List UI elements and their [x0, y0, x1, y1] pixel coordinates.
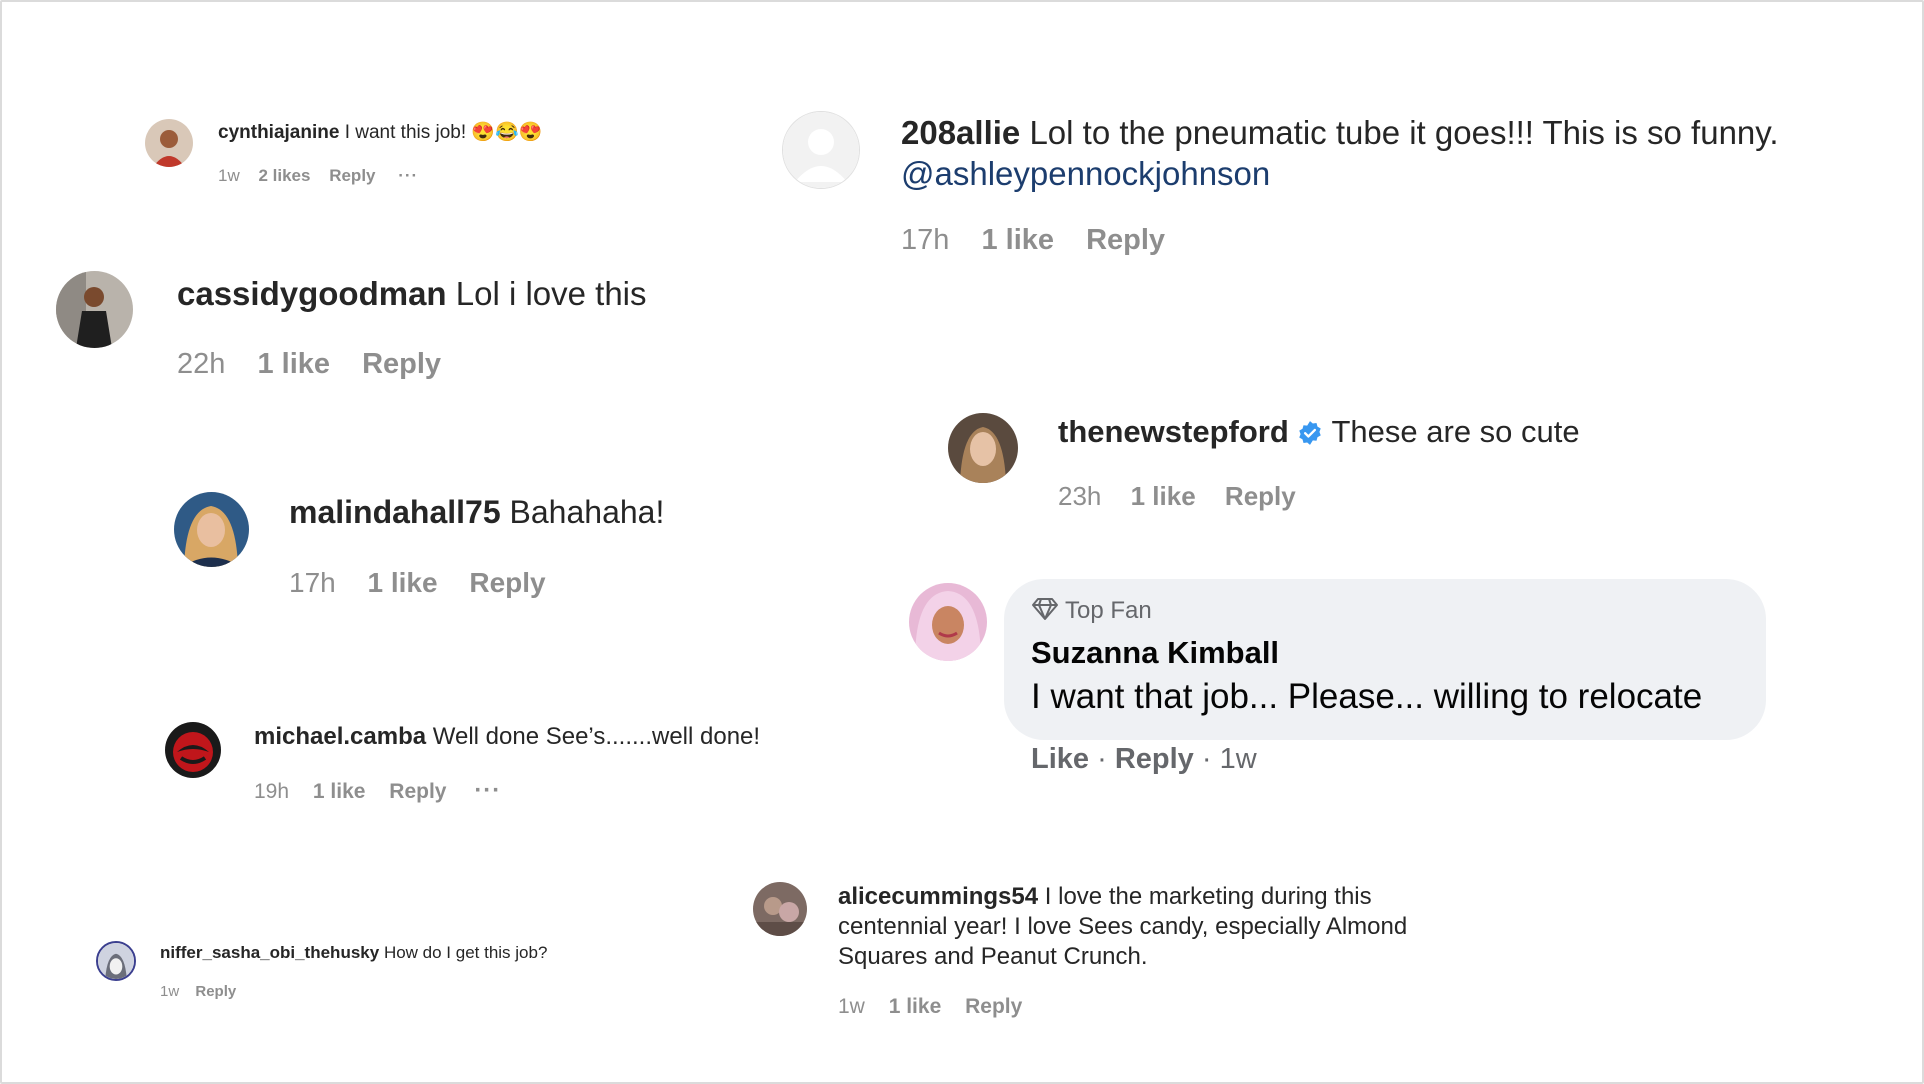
like-count[interactable]: 2 likes	[258, 166, 310, 185]
like-count[interactable]: 1 like	[1131, 481, 1196, 511]
screenshot-collage: cynthiajanine I want this job! 😍😂😍 1w 2 …	[0, 0, 1924, 1084]
comment-text: Lol i love this	[455, 275, 647, 312]
username[interactable]: alicecummings54	[838, 883, 1038, 910]
reply-button[interactable]: Reply	[362, 348, 441, 380]
like-button[interactable]: Like	[1031, 743, 1089, 775]
timestamp: 23h	[1058, 481, 1102, 511]
reply-button[interactable]: Reply	[195, 983, 236, 1000]
reply-button[interactable]: Reply	[1086, 224, 1165, 256]
username[interactable]: thenewstepford	[1058, 414, 1289, 449]
avatar[interactable]	[909, 583, 987, 661]
username[interactable]: cynthiajanine	[218, 122, 339, 143]
avatar[interactable]	[948, 413, 1018, 483]
avatar[interactable]	[174, 492, 249, 567]
comment-text: I want that job... Please... willing to …	[1031, 677, 1703, 716]
timestamp: 1w	[838, 995, 865, 1018]
separator: ·	[1201, 743, 1212, 775]
comment-text: These are so cute	[1331, 414, 1580, 449]
top-fan-badge: Top Fan	[1065, 597, 1152, 624]
username[interactable]: 208allie	[901, 114, 1020, 151]
like-count[interactable]: 1 like	[889, 995, 942, 1018]
avatar[interactable]	[56, 271, 133, 348]
default-avatar-icon[interactable]	[782, 111, 860, 189]
like-count[interactable]: 1 like	[981, 224, 1054, 256]
timestamp: 22h	[177, 348, 226, 380]
reply-button[interactable]: Reply	[1115, 743, 1194, 775]
timestamp: 1w	[218, 166, 240, 185]
avatar[interactable]	[96, 941, 136, 981]
like-count[interactable]: 1 like	[368, 567, 438, 598]
comment-bubble: Top Fan Suzanna Kimball I want that job.…	[1004, 579, 1766, 740]
timestamp: 17h	[901, 224, 950, 256]
reply-button[interactable]: Reply	[389, 780, 446, 803]
username[interactable]: malindahall75	[289, 494, 501, 530]
comment-text-line: centennial year! I love Sees candy, espe…	[838, 913, 1408, 940]
reply-button[interactable]: Reply	[965, 995, 1022, 1018]
more-options-icon[interactable]: ···	[398, 166, 418, 185]
avatar[interactable]	[165, 722, 221, 778]
like-count[interactable]: 1 like	[257, 348, 330, 380]
comment-text: How do I get this job?	[383, 943, 548, 962]
reply-button[interactable]: Reply	[1225, 481, 1296, 511]
commenter-name[interactable]: Suzanna Kimball	[1031, 635, 1279, 671]
comment-text: Well done See’s.......well done!	[432, 723, 761, 750]
avatar[interactable]	[753, 882, 807, 936]
reply-button[interactable]: Reply	[469, 567, 545, 598]
comment-text-line: Squares and Peanut Crunch.	[838, 943, 1148, 970]
timestamp: 17h	[289, 567, 336, 598]
comment-text: Lol to the pneumatic tube it goes!!! Thi…	[1029, 114, 1779, 151]
verified-badge-icon	[1297, 418, 1323, 454]
timestamp: 19h	[254, 780, 290, 803]
mention-link[interactable]: @ashleypennockjohnson	[901, 155, 1270, 192]
more-options-icon[interactable]: ···	[474, 777, 501, 804]
comment-text-line: I love the marketing during this	[1044, 883, 1372, 910]
like-count[interactable]: 1 like	[313, 780, 366, 803]
diamond-icon	[1031, 597, 1059, 628]
timestamp: 1w	[1219, 743, 1257, 775]
username[interactable]: cassidygoodman	[177, 275, 447, 312]
username[interactable]: niffer_sasha_obi_thehusky	[160, 943, 379, 962]
comment-text: I want this job! 😍😂😍	[344, 122, 543, 143]
separator: ·	[1097, 743, 1107, 775]
comment-text: Bahahaha!	[509, 494, 665, 530]
avatar[interactable]	[145, 119, 193, 167]
reply-button[interactable]: Reply	[329, 166, 375, 185]
username[interactable]: michael.camba	[254, 723, 426, 750]
timestamp: 1w	[160, 983, 180, 1000]
